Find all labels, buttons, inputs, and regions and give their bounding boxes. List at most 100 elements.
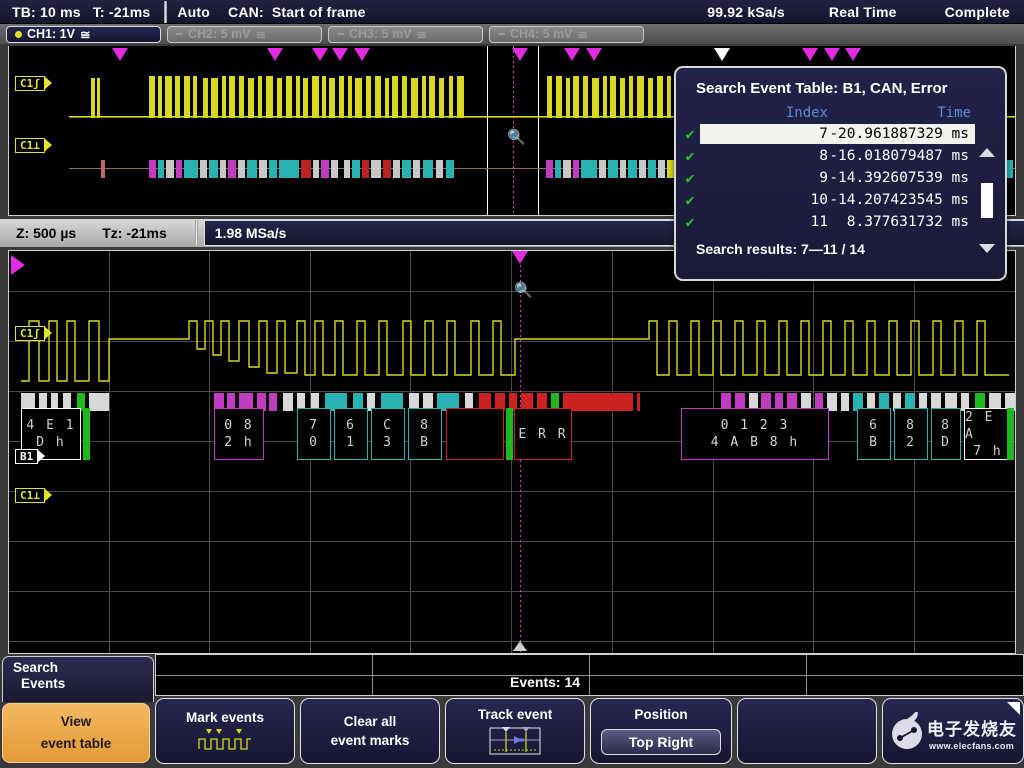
zoom-bus-badge[interactable]: B1 <box>15 449 38 464</box>
decoded-frame[interactable]: 8 2 <box>894 408 928 460</box>
event-marker-icon[interactable] <box>312 48 328 61</box>
menu-tab-line2: Events <box>13 676 153 692</box>
zoom-magnifier-icon[interactable]: 🔍 <box>514 281 533 299</box>
decoded-frame[interactable]: 0 1 2 3 4 A B 8 h <box>681 408 829 460</box>
scroll-up-icon[interactable] <box>979 148 995 157</box>
decoded-frame[interactable]: 8 B <box>408 408 442 460</box>
softkey-clear-all-event-marks[interactable]: Clear all event marks <box>300 698 440 764</box>
position-value-field[interactable]: Top Right <box>601 729 721 755</box>
zoom-position-readout[interactable]: Tz: -21ms <box>102 225 167 241</box>
table-row[interactable]: ✔ 8 -16.018079487 ms <box>676 145 1005 167</box>
result-cell <box>807 655 1023 695</box>
frame-line-2: D <box>941 434 951 451</box>
result-cell <box>590 655 807 695</box>
acquisition-status: Complete <box>897 4 1024 20</box>
zoom-left-indicator-icon[interactable] <box>11 255 25 275</box>
trigger-condition[interactable]: Start of frame <box>264 4 366 20</box>
event-marker-icon[interactable] <box>112 48 128 61</box>
zoom-trigger-marker-icon[interactable] <box>512 251 528 264</box>
scrollbar-thumb[interactable] <box>981 183 993 218</box>
table-row[interactable]: ✔ 10 -14.207423545 ms <box>676 189 1005 211</box>
softkey-label-line2: event table <box>41 736 112 751</box>
softkey-label-line1: Position <box>634 707 687 722</box>
table-scrollbar[interactable] <box>977 148 997 262</box>
softkey-label-line1: Track event <box>478 707 552 722</box>
search-event-table[interactable]: Search Event Table: B1, CAN, Error Index… <box>674 66 1007 281</box>
softkey-row: View event table Mark events Clear all e… <box>0 698 1024 768</box>
table-row[interactable]: ✔ 9 -14.392607539 ms <box>676 167 1005 189</box>
menu-tab-search-events[interactable]: Search Events <box>2 656 154 702</box>
frame-line-1: 8 <box>906 417 916 434</box>
event-marker-icon[interactable] <box>354 48 370 61</box>
softkey-position[interactable]: Position Top Right <box>590 698 732 764</box>
channel-tab-ch2[interactable]: CH2: 5 mV ≅ <box>167 26 322 43</box>
event-marker-icon[interactable] <box>824 48 840 61</box>
scroll-down-icon[interactable] <box>979 244 995 253</box>
search-event-table-header: Index Time <box>676 105 1005 123</box>
softkey-track-event[interactable]: Track event <box>445 698 585 764</box>
decoded-frame[interactable]: C 3 <box>371 408 405 460</box>
decoded-frame[interactable]: 6 B <box>857 408 891 460</box>
decoded-frame-error[interactable]: E R R <box>514 408 572 460</box>
frame-line-2: B <box>869 434 879 451</box>
frame-line-1: 0 8 <box>224 417 253 434</box>
event-marker-icon[interactable] <box>802 48 818 61</box>
table-row[interactable]: ✔ 11 8.377631732 ms <box>676 211 1005 233</box>
divider <box>164 1 167 23</box>
frame-line-1: 7 <box>309 417 319 434</box>
scope-screen: TB: 10 ms T: -21ms Auto CAN: Start of fr… <box>0 0 1024 768</box>
event-marker-icon[interactable] <box>845 48 861 61</box>
search-event-table-body: ✔ 7 -20.961887329 ms ✔ 8 -16.018079487 m… <box>676 123 1005 233</box>
row-index: 9 <box>702 170 828 186</box>
table-row[interactable]: ✔ 7 -20.961887329 ms <box>676 123 1005 145</box>
frame-line-1: 2 E A <box>965 409 1011 443</box>
divider <box>195 220 198 246</box>
row-check-icon: ✔ <box>680 191 700 209</box>
frame-line-2: 2 h <box>224 434 253 451</box>
decoded-frame[interactable]: 6 1 <box>334 408 368 460</box>
frame-line-1: E R R <box>518 426 567 443</box>
decoded-frame[interactable]: 8 D <box>931 408 961 460</box>
decoded-frame[interactable]: 7 0 <box>297 408 331 460</box>
event-marker-icon[interactable] <box>512 48 528 61</box>
zoom-bus2-badge[interactable]: C1⊥ <box>15 488 45 503</box>
decoded-frame[interactable]: 0 8 2 h <box>214 408 264 460</box>
trigger-marker-icon[interactable] <box>714 48 730 61</box>
channel-tab-ch1[interactable]: CH1: 1V ≅ <box>6 26 161 43</box>
zoom-magnifier-icon[interactable]: 🔍 <box>507 128 526 146</box>
coupling-icon: ≅ <box>256 27 266 42</box>
frame-end-marker <box>83 408 90 460</box>
event-marker-icon[interactable] <box>564 48 580 61</box>
channel-tab-ch3[interactable]: CH3: 5 mV ≅ <box>328 26 483 43</box>
event-marker-icon[interactable] <box>267 48 283 61</box>
channel-tab-ch2-label: CH2: 5 mV <box>188 27 251 41</box>
frame-line-2: 1 <box>346 434 356 451</box>
zoom-waveform-area[interactable]: 🔍 <box>8 250 1016 654</box>
bus-trace-badge[interactable]: C1⊥ <box>15 138 45 153</box>
trigger-time-readout[interactable]: T: -21ms <box>81 4 151 20</box>
softkey-view-event-table[interactable]: View event table <box>2 698 150 764</box>
event-marker-icon[interactable] <box>332 48 348 61</box>
decoded-frame[interactable]: 2 E A 7 h <box>964 408 1012 460</box>
channel-tab-row: CH1: 1V ≅ CH2: 5 mV ≅ CH3: 5 mV ≅ CH4: 5… <box>0 24 1024 44</box>
events-count-label: Events: 14 <box>510 674 580 690</box>
zoom-scale-readout[interactable]: Z: 500 µs <box>16 225 76 241</box>
softkey-label-line1: Mark events <box>186 710 264 725</box>
acquisition-mode[interactable]: Auto <box>177 4 210 20</box>
zoom-ch1-trace-badge[interactable]: C1ʃ <box>15 326 45 341</box>
channel-tab-ch4[interactable]: CH4: 5 mV ≅ <box>489 26 644 43</box>
softkey-mark-events[interactable]: Mark events <box>155 698 295 764</box>
softkey-empty[interactable] <box>737 698 877 764</box>
ch1-zoom-trace <box>9 309 1015 391</box>
row-check-icon: ✔ <box>680 213 700 231</box>
timebase-readout[interactable]: TB: 10 ms <box>0 4 81 20</box>
frame-line-1: 8 <box>420 417 430 434</box>
zoom-bottom-marker-icon <box>513 641 527 651</box>
frame-line-2: 0 <box>309 434 319 451</box>
frame-line-1: 6 <box>869 417 879 434</box>
decoded-frame-error-gap[interactable] <box>446 408 504 460</box>
event-marker-icon[interactable] <box>586 48 602 61</box>
softkey-view-event-table-inner[interactable]: View event table <box>2 703 150 763</box>
row-time: -20.961887329 ms <box>828 126 973 142</box>
column-header-time: Time <box>828 105 975 121</box>
